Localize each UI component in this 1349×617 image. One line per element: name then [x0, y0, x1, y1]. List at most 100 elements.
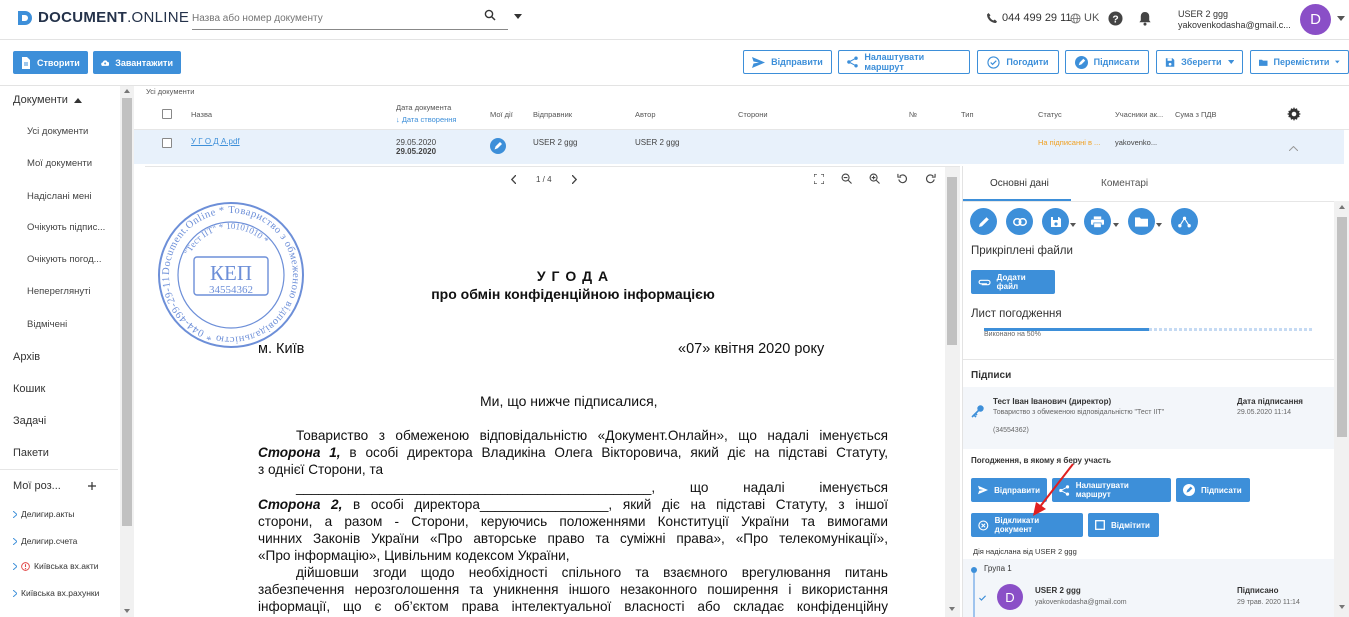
save-menu-button[interactable]	[1042, 208, 1069, 235]
doc-line: чинних Законів України «Про авторське пр…	[258, 531, 888, 546]
table-row[interactable]: У Г О Д А.pdf 29.05.2020 29.05.2020 USER…	[134, 130, 1344, 164]
document-viewer: 1 / 4 Document.Online * Товариство з обм…	[145, 166, 960, 617]
chevron-down-icon[interactable]	[1156, 223, 1162, 227]
col-name[interactable]: Назва	[191, 110, 212, 119]
chevron-down-icon[interactable]	[1070, 223, 1076, 227]
chevron-down-icon[interactable]	[1113, 223, 1119, 227]
copy-link-button[interactable]	[1006, 208, 1033, 235]
panel-scrollbar[interactable]	[1334, 201, 1349, 617]
documents-label: Документи	[13, 94, 68, 106]
scrollbar-thumb[interactable]	[122, 98, 132, 526]
col-sender[interactable]: Відправник	[533, 110, 572, 119]
scroll-down-arrow-icon[interactable]	[1339, 605, 1345, 609]
add-file-label: Додати файл	[996, 273, 1026, 291]
rotate-left-icon[interactable]	[897, 173, 908, 184]
col-number[interactable]: №	[909, 110, 917, 119]
mark-button[interactable]: Відмітити	[1088, 513, 1159, 537]
folder-icon	[1259, 59, 1268, 66]
row-checkbox[interactable]	[162, 138, 172, 148]
col-type[interactable]: Тип	[961, 110, 974, 119]
tree-item[interactable]: Делигир.акты	[13, 509, 131, 519]
search-input[interactable]	[192, 8, 472, 28]
notifications-bell-icon[interactable]	[1138, 11, 1152, 26]
scroll-up-arrow-icon[interactable]	[1339, 205, 1345, 209]
zoom-out-icon[interactable]	[841, 173, 852, 184]
zoom-in-icon[interactable]	[869, 173, 880, 184]
user-avatar[interactable]: D	[1300, 4, 1331, 35]
folder-menu-button[interactable]	[1128, 208, 1155, 235]
tab-main-data[interactable]: Основні дані	[990, 178, 1049, 189]
share-route-icon	[847, 56, 858, 68]
sidebar-item-documents[interactable]: Документи	[13, 94, 131, 106]
select-all-checkbox[interactable]	[162, 109, 172, 119]
viewer-scrollbar[interactable]	[945, 167, 960, 617]
chevron-right-icon	[13, 562, 17, 570]
col-my-actions[interactable]: Мої дії	[490, 110, 513, 119]
approval-group-card: Група 1 D USER 2 ggg yakovenkodasha@gmai…	[963, 559, 1334, 617]
chevron-down-icon	[1335, 60, 1340, 64]
move-dropdown-button[interactable]: Перемістити	[1250, 50, 1349, 74]
scroll-down-arrow-icon[interactable]	[124, 609, 130, 613]
prev-page-chevron-icon[interactable]	[511, 175, 516, 184]
row-created-date: 29.05.2020	[396, 147, 437, 156]
scrollbar-thumb[interactable]	[1337, 217, 1347, 437]
help-icon[interactable]: ?	[1108, 11, 1123, 26]
save-label: Зберегти	[1181, 57, 1222, 67]
edit-button[interactable]	[970, 208, 997, 235]
approve-button[interactable]: Погодити	[977, 50, 1059, 74]
col-participants[interactable]: Учасники ак...	[1115, 110, 1163, 119]
save-dropdown-button[interactable]: Зберегти	[1156, 50, 1243, 74]
create-button[interactable]: Створити	[13, 51, 88, 74]
route-label: Налаштувати маршрут	[864, 52, 925, 72]
scroll-down-arrow-icon[interactable]	[949, 607, 955, 611]
user-menu-caret-icon[interactable]	[1337, 16, 1345, 21]
col-vat-sum[interactable]: Сума з ПДВ	[1175, 110, 1217, 119]
col-author[interactable]: Автор	[635, 110, 656, 119]
tree-item[interactable]: Київська вх.рахунки	[13, 588, 131, 598]
tabs-divider	[963, 201, 1334, 202]
upload-label: Завантажити	[115, 57, 173, 68]
panel-sign-button[interactable]: Підписати	[1176, 478, 1250, 502]
approve-label: Погодити	[1006, 57, 1049, 67]
rotate-right-icon[interactable]	[925, 173, 936, 184]
tab-comments[interactable]: Коментарі	[1101, 178, 1148, 189]
member-date: 29 трав. 2020 11:14	[1237, 599, 1300, 606]
user-info[interactable]: USER 2 ggg yakovenkodasha@gmail.c...	[1178, 9, 1291, 31]
doc-subtitle: про обмін конфіденційною інформацією	[431, 286, 715, 302]
document-name-link[interactable]: У Г О Д А.pdf	[191, 137, 240, 146]
sidebar-item-trash[interactable]: Кошик	[13, 383, 131, 395]
sidebar-item-tasks[interactable]: Задачі	[13, 415, 131, 427]
add-section-plus-icon[interactable]	[88, 482, 96, 490]
floppy-disk-icon	[1050, 216, 1061, 227]
sidebar-item-my-sections[interactable]: Мої роз...	[13, 480, 131, 492]
sidebar-item-archive[interactable]: Архів	[13, 351, 131, 363]
search-box	[192, 8, 508, 30]
col-doc-date[interactable]: Дата документа	[396, 103, 451, 112]
upload-button[interactable]: Завантажити	[93, 51, 181, 74]
fullscreen-icon[interactable]	[814, 174, 824, 184]
print-menu-button[interactable]	[1084, 208, 1111, 235]
send-button[interactable]: Відправити	[743, 50, 832, 74]
tree-item[interactable]: Київська вх.акти	[13, 561, 131, 571]
col-created-date[interactable]: ↓ Дата створення	[396, 115, 456, 124]
tree-item[interactable]: Делигир.счета	[13, 536, 131, 546]
col-status[interactable]: Статус	[1038, 110, 1062, 119]
add-file-button[interactable]: Додати файл	[971, 270, 1055, 294]
search-options-caret-icon[interactable]	[514, 14, 522, 19]
route-button[interactable]	[1171, 208, 1198, 235]
scroll-up-arrow-icon[interactable]	[124, 89, 130, 93]
panel-sign-label: Підписати	[1201, 485, 1242, 495]
table-settings-gear-icon[interactable]	[1287, 107, 1301, 121]
logo[interactable]: DOCUMENT.ONLINE	[16, 9, 189, 26]
search-icon[interactable]	[484, 9, 496, 21]
sidebar-scrollbar[interactable]	[120, 86, 134, 617]
col-parties[interactable]: Сторони	[738, 110, 768, 119]
configure-route-button[interactable]: Налаштувати маршрут	[838, 50, 970, 74]
language-selector[interactable]: UK	[1070, 12, 1099, 24]
scrollbar-thumb[interactable]	[947, 177, 957, 345]
sidebar-item-packages[interactable]: Пакети	[13, 447, 131, 459]
sign-button[interactable]: Підписати	[1065, 50, 1149, 74]
collapse-row-chevron-up-icon[interactable]	[1289, 146, 1298, 151]
next-page-chevron-icon[interactable]	[572, 175, 577, 184]
sign-action-icon[interactable]	[490, 138, 506, 154]
